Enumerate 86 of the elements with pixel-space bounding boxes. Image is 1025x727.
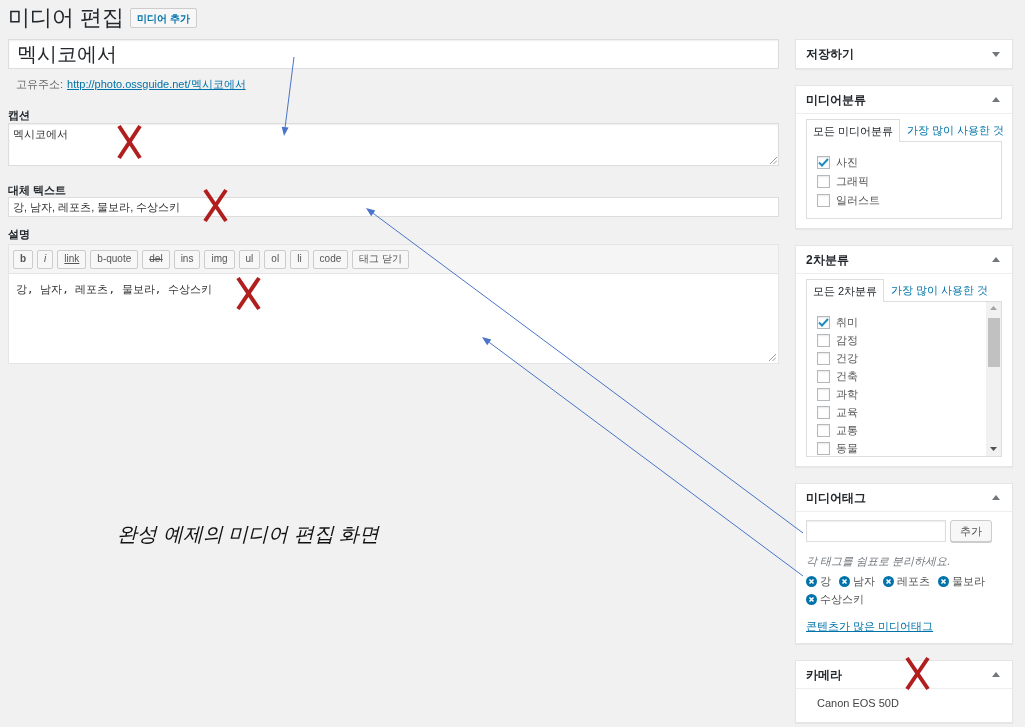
checkbox[interactable] (817, 387, 830, 401)
panel-title: 2차분류 (806, 253, 849, 266)
checkmark-icon (818, 158, 829, 167)
panel-title: 카메라 (806, 668, 842, 681)
caret-up-icon[interactable] (992, 495, 1000, 500)
checkbox[interactable] (817, 369, 830, 383)
close-circle-icon[interactable] (839, 575, 850, 587)
checkbox-label[interactable]: 취미 (836, 316, 858, 328)
tag-label: 레포츠 (897, 575, 930, 587)
close-circle-icon[interactable] (938, 575, 949, 587)
checkbox[interactable] (817, 156, 830, 169)
tag-cloud-link[interactable]: 콘텐츠가 많은 미디어태그 (806, 617, 934, 635)
tag-label: 강 (820, 575, 831, 587)
checkbox-label[interactable]: 감정 (836, 334, 858, 346)
toolbar-button[interactable]: i (37, 249, 54, 269)
scroll-down-icon[interactable] (990, 447, 997, 451)
toolbar-button[interactable]: ul (238, 249, 261, 269)
checkbox[interactable] (817, 405, 830, 419)
toolbar-button[interactable]: ins (173, 249, 201, 269)
tab[interactable]: 가장 많이 사용한 것 (900, 119, 1012, 141)
tag-label: 남자 (853, 575, 875, 587)
checkbox[interactable] (817, 351, 830, 365)
caption-field[interactable]: 멕시코에서 (8, 123, 779, 166)
toolbar-button[interactable]: li (290, 249, 309, 269)
scrollbar[interactable] (986, 302, 1001, 456)
alt-text-field[interactable]: 강, 남자, 레포츠, 물보라, 수상스키 (8, 197, 779, 217)
checkbox-label[interactable]: 사진 (836, 157, 858, 168)
checkbox-label[interactable]: 과학 (836, 388, 858, 400)
checkbox-label[interactable]: 교육 (836, 406, 858, 418)
close-circle-icon[interactable] (883, 575, 894, 587)
toolbar-button[interactable]: ol (264, 249, 287, 269)
field-label: 설명 (8, 227, 30, 241)
description-field[interactable]: 강, 남자, 레포츠, 물보라, 수상스키 (9, 273, 778, 363)
tag-label: 물보라 (952, 575, 985, 587)
toolbar-button[interactable]: b-quote (90, 249, 139, 269)
permalink-label: 고유주소: (16, 78, 64, 90)
field-label: 대체 텍스트 (8, 183, 67, 197)
tab[interactable]: 모든 2차분류 (806, 279, 885, 302)
cross-mark-icon (117, 124, 142, 160)
add-tag-button[interactable]: 추가 (950, 520, 992, 542)
tag-hint: 각 태그를 쉼표로 분리하세요. (806, 554, 951, 568)
cross-mark-icon (236, 276, 261, 311)
toolbar-button[interactable]: b (13, 249, 34, 269)
checkmark-icon (818, 317, 829, 327)
checkbox[interactable] (817, 423, 830, 437)
panel-title: 저장하기 (806, 48, 854, 60)
caret-up-icon[interactable] (992, 672, 1000, 677)
toolbar-button[interactable]: img (204, 249, 235, 269)
checkbox[interactable] (817, 175, 830, 188)
checkbox-label[interactable]: 교통 (836, 424, 858, 436)
checkbox-label[interactable]: 그래픽 (836, 176, 869, 187)
camera-model: Canon EOS 50D (817, 696, 899, 710)
tag-input[interactable] (806, 520, 946, 542)
add-media-button[interactable]: 미디어 추가 (130, 8, 197, 28)
toolbar-button[interactable]: code (312, 249, 349, 269)
caret-down-icon[interactable] (992, 51, 1000, 57)
figure-caption: 완성 예제의 미디어 편집 화면 (117, 522, 380, 546)
permalink-link[interactable]: http://photo.ossguide.net/멕시코에서 (67, 78, 246, 90)
title-field[interactable]: 멕시코에서 (8, 39, 779, 69)
checkbox[interactable] (817, 315, 830, 329)
checkbox-label[interactable]: 일러스트 (836, 195, 880, 206)
toolbar-button[interactable]: 태그 닫기 (352, 249, 410, 269)
checkbox[interactable] (817, 333, 830, 347)
checkbox-label[interactable]: 동물 (836, 442, 858, 454)
tag-label: 수상스키 (820, 593, 864, 605)
checkbox-label[interactable]: 건축 (836, 370, 858, 382)
tab[interactable]: 가장 많이 사용한 것 (884, 279, 996, 301)
tab[interactable]: 모든 미디어분류 (806, 119, 901, 142)
toolbar-button[interactable]: del (142, 249, 170, 269)
panel-title: 미디어태그 (806, 491, 866, 504)
toolbar-button[interactable]: link (57, 249, 87, 269)
cross-mark-icon (203, 188, 228, 223)
page-title: 미디어 편집 (8, 7, 125, 29)
resize-handle-icon[interactable] (770, 157, 777, 164)
checkbox[interactable] (817, 194, 830, 207)
caret-up-icon[interactable] (992, 257, 1000, 262)
close-circle-icon[interactable] (806, 593, 817, 605)
scroll-up-icon[interactable] (990, 306, 997, 310)
caret-up-icon[interactable] (992, 97, 1000, 102)
resize-handle-icon[interactable] (769, 354, 776, 361)
field-label: 캡션 (8, 108, 30, 122)
checkbox-label[interactable]: 건강 (836, 352, 858, 364)
cross-mark-icon (905, 656, 930, 691)
checkbox[interactable] (817, 441, 830, 455)
panel-title: 미디어분류 (806, 93, 866, 106)
close-circle-icon[interactable] (806, 575, 817, 587)
